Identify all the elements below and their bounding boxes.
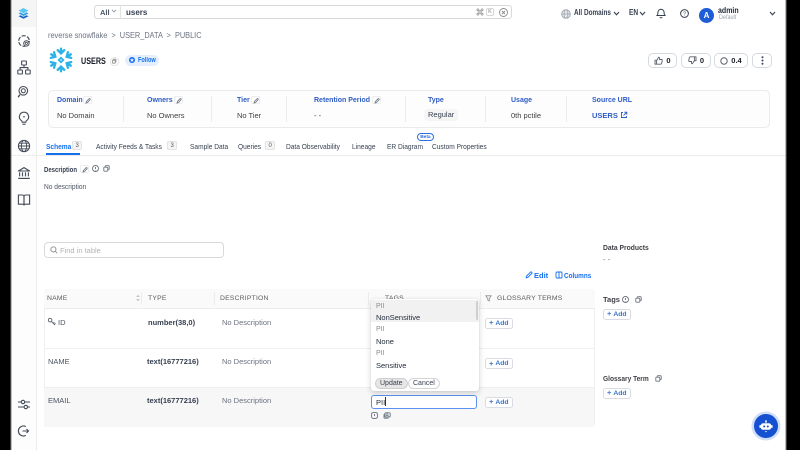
svg-text:?: ?	[683, 11, 686, 17]
